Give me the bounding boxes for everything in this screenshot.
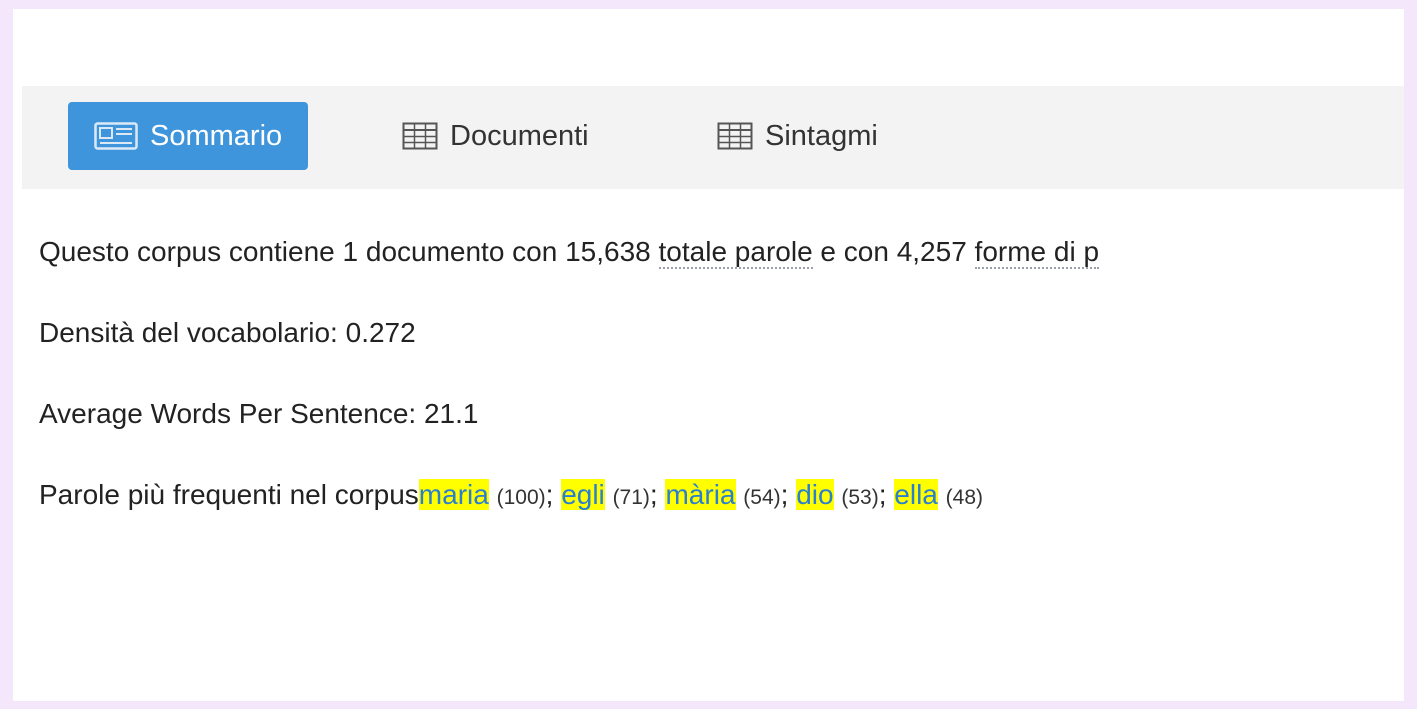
frequent-word-item: egli (71);: [561, 479, 665, 510]
frequent-word-item: ella (48): [894, 479, 983, 510]
frequent-word-count: (54): [743, 486, 781, 509]
frequent-words-line: Parole più frequenti nel corpusmaria (10…: [39, 462, 1404, 543]
tab-documenti[interactable]: Documenti: [402, 102, 589, 170]
total-words-term[interactable]: totale parole: [658, 236, 813, 269]
frequent-word-count: (71): [612, 486, 650, 509]
frequent-word[interactable]: ella: [894, 479, 938, 510]
summary-panel: Sommario Documenti Sintagmi Questo corpu…: [13, 9, 1404, 701]
tab-sintagmi[interactable]: Sintagmi: [717, 102, 878, 170]
frequent-word[interactable]: egli: [561, 479, 605, 510]
summary-content: Questo corpus contiene 1 documento con 1…: [39, 219, 1404, 543]
corpus-stats-prefix: Questo corpus contiene 1 documento con 1…: [39, 236, 659, 267]
corpus-stats-mid: e con 4,257: [812, 236, 975, 267]
frequent-word-item: maria (100);: [418, 479, 562, 510]
word-forms-term[interactable]: forme di p: [974, 236, 1100, 269]
vocabulary-density: Densità del vocabolario: 0.272: [39, 317, 416, 348]
frequent-words-label: Parole più frequenti nel corpus: [39, 479, 419, 510]
tab-sommario-label: Sommario: [150, 119, 283, 152]
frequent-word-separator: ;: [878, 479, 895, 510]
frequent-word-separator: ;: [545, 479, 562, 510]
frequent-word-separator: ;: [780, 479, 797, 510]
frequent-word-separator: ;: [649, 479, 666, 510]
frequent-word-count: (53): [841, 486, 879, 509]
frequent-word[interactable]: dio: [796, 479, 834, 510]
frequent-word-count: (48): [945, 486, 984, 509]
table-icon: [717, 122, 753, 150]
table-icon: [402, 122, 438, 150]
frequent-word[interactable]: maria: [418, 479, 489, 510]
tab-sommario[interactable]: Sommario: [68, 102, 309, 170]
tab-documenti-label: Documenti: [450, 119, 589, 152]
frequent-word-item: mària (54);: [665, 479, 796, 510]
corpus-stats-line: Questo corpus contiene 1 documento con 1…: [39, 219, 1404, 300]
frequent-word-item: dio (53);: [796, 479, 894, 510]
tab-sintagmi-label: Sintagmi: [765, 119, 878, 152]
summary-icon: [94, 122, 138, 150]
average-words-per-sentence: Average Words Per Sentence: 21.1: [39, 398, 479, 429]
frequent-word-count: (100): [496, 486, 546, 509]
tab-bar: Sommario Documenti Sintagmi: [22, 86, 1404, 189]
frequent-word[interactable]: mària: [665, 479, 736, 510]
